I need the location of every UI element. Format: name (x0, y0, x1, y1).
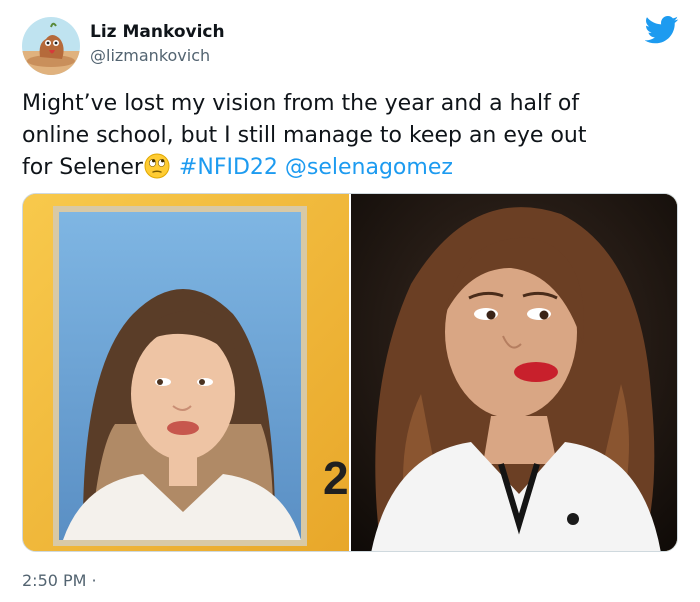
tweet-card: Liz Mankovich @lizmankovich Might’ve los… (0, 0, 700, 602)
author-name[interactable]: Liz Mankovich (90, 22, 225, 42)
celebrity-photo-image[interactable] (351, 194, 677, 551)
tweet-timestamp[interactable]: 2:50 PM · (22, 571, 97, 591)
tweet-text-line-3-prefix: for Selener (22, 155, 143, 180)
media-grid[interactable]: 2 (22, 193, 678, 552)
tweet-text: Might’ve lost my vision from the year an… (22, 88, 672, 184)
twitter-bird-icon[interactable] (644, 16, 679, 44)
tweet-text-line-1: Might’ve lost my vision from the year an… (22, 91, 580, 116)
yearbook-number-marker: 2 (323, 452, 349, 504)
tweet-text-line-3: for Selener #NFID22 @selenagomez (22, 152, 672, 184)
yearbook-portrait-image[interactable]: 2 (23, 194, 349, 551)
hashtag-link[interactable]: #NFID22 (179, 155, 278, 180)
author-handle[interactable]: @lizmankovich (90, 46, 210, 66)
avatar[interactable] (22, 17, 80, 75)
eye-roll-emoji-icon (144, 153, 170, 179)
tweet-text-line-2: online school, but I still manage to kee… (22, 123, 587, 148)
mention-link[interactable]: @selenagomez (285, 155, 453, 180)
